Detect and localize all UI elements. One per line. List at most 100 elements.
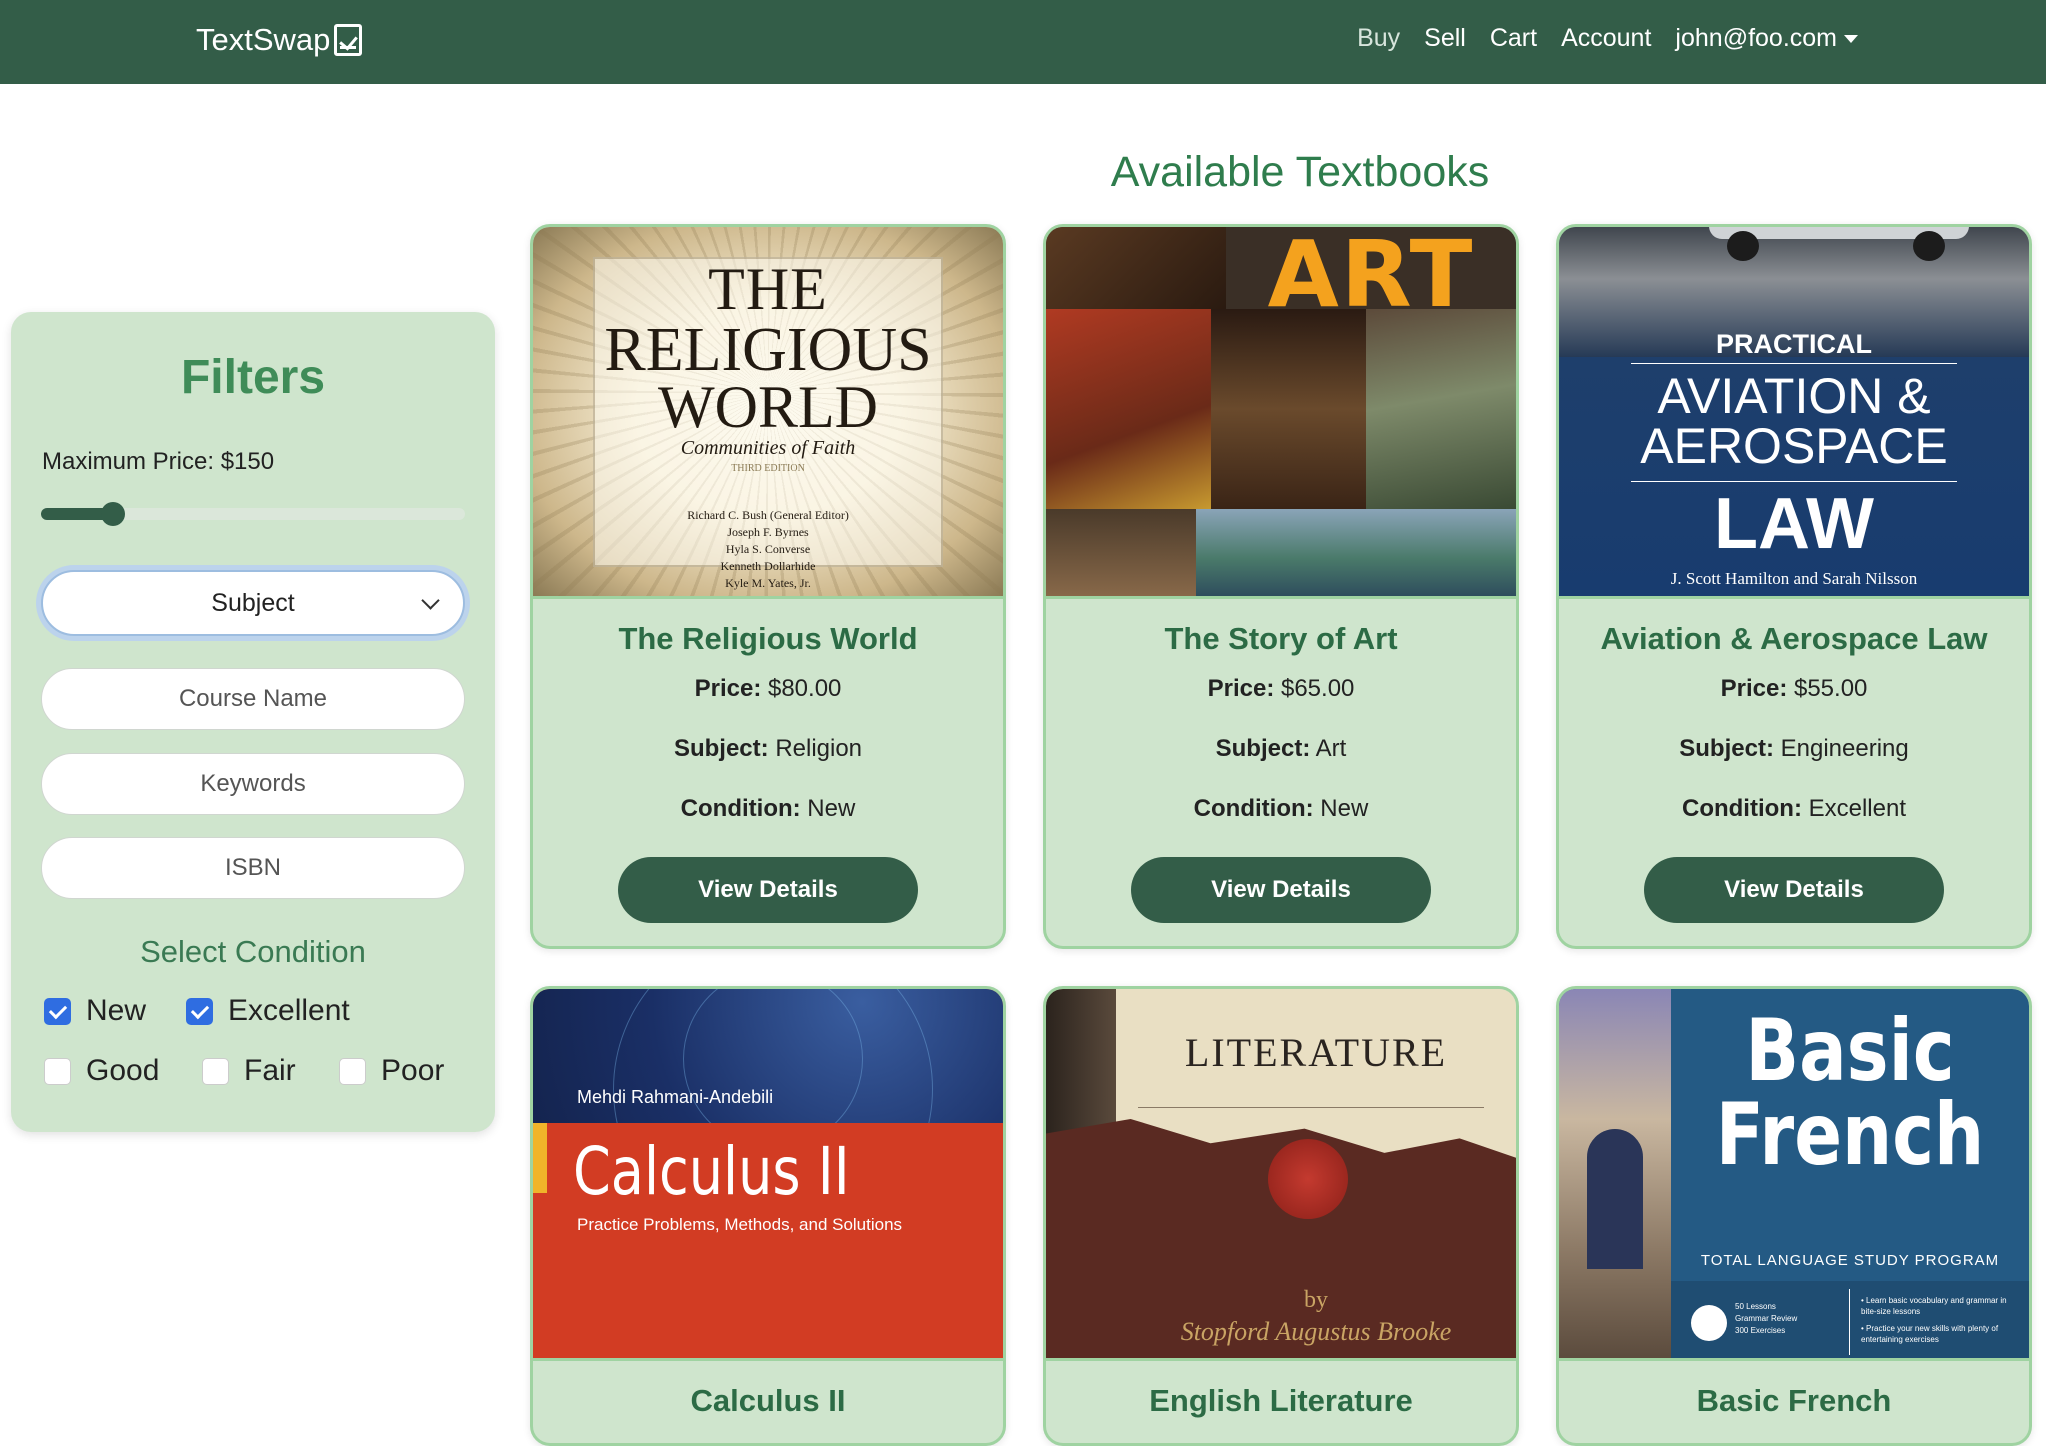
cover-text: Kyle M. Yates, Jr. [725,576,811,590]
checkbox-good[interactable] [44,1057,71,1085]
filters-panel: Filters Maximum Price: $150 Subject Sele… [11,312,495,1132]
condition-label[interactable]: Excellent [228,994,350,1028]
brand-name[interactable]: TextSwap [196,22,330,58]
nav-cart[interactable]: Cart [1490,24,1537,53]
price-slider[interactable] [41,502,465,526]
cover-text: AEROSPACE [1640,418,1948,474]
view-details-button[interactable]: View Details [1131,857,1431,923]
book-title[interactable]: Aviation & Aerospace Law [1559,621,2029,657]
nav-account[interactable]: Account [1561,24,1651,53]
book-cover[interactable]: Basic French TOTAL LANGUAGE STUDY PROGRA… [1559,989,2029,1361]
subject-label: Subject: [673,735,769,762]
subject-label: Subject: [1215,735,1311,762]
cover-text: French [1715,1085,1985,1185]
keywords-input[interactable] [41,753,465,815]
cover-text: Joseph F. Byrnes [727,525,809,539]
book-subject: Subject: Art [1046,735,1516,763]
subject-select[interactable]: Subject [41,570,465,636]
price-value: $80.00 [767,675,842,702]
condition-good[interactable]: Good [44,1054,159,1088]
price-label: Price: [694,675,762,702]
cover-text: PRACTICAL [1716,329,1872,359]
isbn-input[interactable] [41,837,465,899]
book-title[interactable]: Basic French [1559,1383,2029,1419]
cover-painting [1366,309,1516,509]
cover-text: THE [708,256,828,322]
condition-label[interactable]: New [86,994,146,1028]
chevron-down-icon [421,591,440,610]
cover-text: Practice Problems, Methods, and Solution… [577,1215,903,1234]
cover-text: • Learn basic vocabulary and grammar in … [1861,1296,2007,1316]
cover-painting [1211,309,1366,509]
checkbox-excellent[interactable] [186,997,213,1025]
cover-text: 50 Lessons [1735,1302,1776,1311]
price-slider-thumb[interactable] [101,502,125,526]
book-cover[interactable]: LITERATURE by Stopford Augustus Brooke [1046,989,1516,1361]
condition-fair[interactable]: Fair [202,1054,296,1088]
subject-label: Subject: [1679,735,1774,762]
condition-label[interactable]: Poor [381,1054,444,1088]
book-icon [1691,1305,1727,1341]
book-condition: Condition: New [533,795,1003,823]
condition-poor[interactable]: Poor [339,1054,444,1088]
cover-text: Kenneth Dollarhide [720,559,816,573]
book-card: PRACTICAL AVIATION & AEROSPACE LAW J. Sc… [1556,224,2032,949]
cover-text: Mehdi Rahmani-Andebili [577,1087,774,1107]
book-title[interactable]: English Literature [1046,1383,1516,1419]
checkbox-fair[interactable] [202,1057,229,1085]
book-title[interactable]: Calculus II [533,1383,1003,1419]
cover-text: Calculus II [573,1133,850,1210]
cover-divider [1849,1289,1850,1355]
cover-text: LITERATURE [1184,1030,1448,1075]
price-label: Price: [1720,675,1788,702]
nav-sell[interactable]: Sell [1424,24,1466,53]
cover-text: ART [1267,227,1475,328]
condition-excellent[interactable]: Excellent [186,994,350,1028]
condition-label[interactable]: Fair [244,1054,296,1088]
cover-authors: Richard C. Bush (General Editor) Joseph … [533,507,1003,592]
check-square-icon [334,24,363,56]
view-details-button[interactable]: View Details [618,857,918,923]
nav-buy[interactable]: Buy [1357,24,1400,53]
cover-text: Basic French [1703,1001,1997,1185]
book-cover[interactable]: PRACTICAL AVIATION & AEROSPACE LAW J. Sc… [1559,227,2029,599]
price-label: Price: [1207,675,1275,702]
user-email[interactable]: john@foo.com [1675,24,1837,52]
book-condition: Condition: New [1046,795,1516,823]
cover-text: Basic [1745,1001,1955,1101]
cover-painting [1196,509,1516,596]
condition-label[interactable]: Good [86,1054,159,1088]
user-menu[interactable]: john@foo.com [1675,24,1858,53]
caret-down-icon[interactable] [1844,34,1858,43]
brand-logo[interactable]: TextSwap [196,18,363,62]
checkbox-new[interactable] [44,997,71,1025]
checkbox-poor[interactable] [339,1057,366,1085]
view-details-button[interactable]: View Details [1644,857,1944,923]
book-price: Price: $65.00 [1046,675,1516,703]
cover-text: Grammar Review [1735,1314,1798,1323]
book-card: THE RELIGIOUS WORLD Communities of Faith… [530,224,1006,949]
condition-label: Condition: [1193,795,1314,822]
cover-text: • Practice your new skills with plenty o… [1861,1324,1999,1344]
book-card: Mehdi Rahmani-Andebili Calculus II Pract… [530,986,1006,1446]
cover-text: 50 Lessons Grammar Review 300 Exercises [1735,1301,1797,1337]
course-name-input[interactable] [41,668,465,730]
condition-value: New [1320,795,1369,822]
book-title[interactable]: The Story of Art [1046,621,1516,657]
book-condition: Condition: Excellent [1559,795,2029,823]
book-subject: Subject: Engineering [1559,735,2029,763]
price-value: $55.00 [1793,675,1868,702]
subject-select-value: Subject [211,588,295,617]
book-cover[interactable]: Mehdi Rahmani-Andebili Calculus II Pract… [533,989,1003,1361]
book-subject: Subject: Religion [533,735,1003,763]
condition-new[interactable]: New [44,994,146,1028]
book-card: ART The Story of Art Price: $65.00 Subje… [1043,224,1519,949]
book-title[interactable]: The Religious World [533,621,1003,657]
book-cover[interactable]: ART [1046,227,1516,599]
cover-divider [1138,1107,1484,1108]
book-price: Price: $80.00 [533,675,1003,703]
book-cover[interactable]: THE RELIGIOUS WORLD Communities of Faith… [533,227,1003,599]
cover-text: Stopford Augustus Brooke [1180,1317,1452,1346]
cover-decoration [1727,231,1759,261]
cover-divider [1631,363,1957,364]
